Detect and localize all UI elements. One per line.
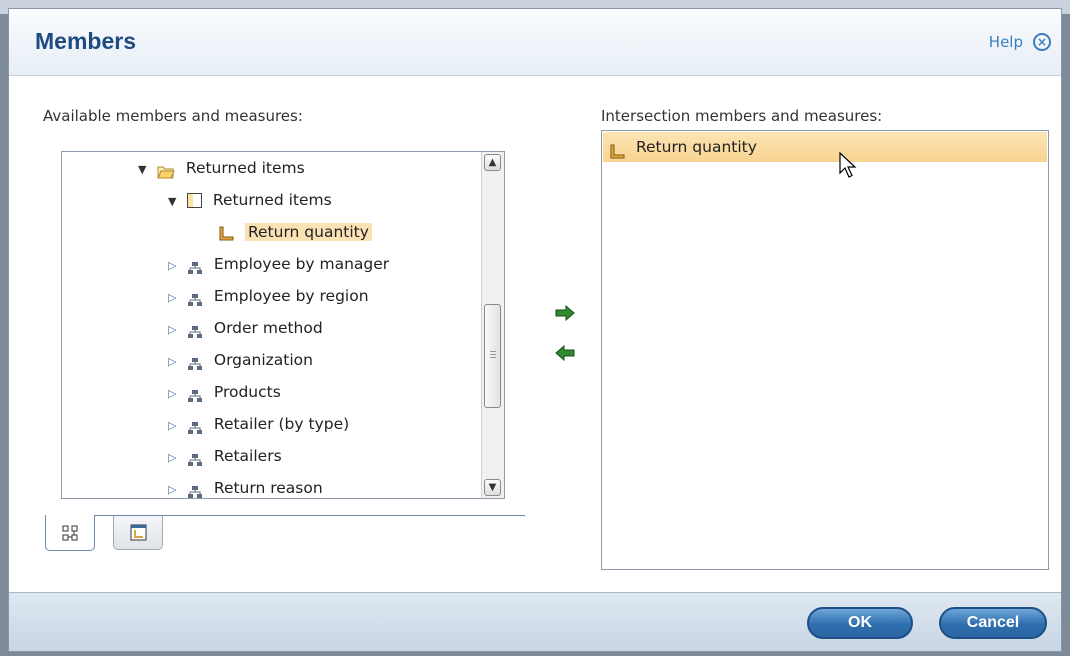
ok-button[interactable]: OK bbox=[807, 607, 913, 639]
members-dialog: Members Help × Available members and mea… bbox=[8, 8, 1062, 652]
tab-source-tree[interactable] bbox=[45, 515, 95, 551]
tree-node-label: Products bbox=[213, 383, 281, 401]
tree-node-returned-items-cube[interactable]: ▼ Returned items bbox=[168, 188, 332, 212]
tree-node-label: Returned items bbox=[212, 191, 332, 209]
tree-node-return-reason[interactable]: ▷ Return reason bbox=[168, 476, 323, 498]
hierarchy-icon bbox=[187, 418, 203, 434]
collapsed-triangle-icon[interactable]: ▷ bbox=[168, 286, 182, 310]
arrow-left-icon[interactable] bbox=[555, 344, 575, 362]
hierarchy-icon bbox=[187, 450, 203, 466]
folder-icon bbox=[157, 162, 175, 178]
dialog-footer: OK Cancel bbox=[9, 592, 1061, 651]
hierarchy-icon bbox=[187, 482, 203, 498]
cancel-button[interactable]: Cancel bbox=[939, 607, 1047, 639]
help-link[interactable]: Help bbox=[989, 33, 1023, 51]
tree-node-order-method[interactable]: ▷ Order method bbox=[168, 316, 323, 340]
tree-node-label: Organization bbox=[213, 351, 313, 369]
tree-node-label: Employee by region bbox=[213, 287, 369, 305]
intersection-members-label: Intersection members and measures: bbox=[601, 107, 883, 125]
expanded-triangle-icon[interactable]: ▼ bbox=[168, 190, 182, 214]
tree-node-employee-by-manager[interactable]: ▷ Employee by manager bbox=[168, 252, 389, 276]
collapsed-triangle-icon[interactable]: ▷ bbox=[168, 446, 182, 470]
dialog-header: Members Help × bbox=[9, 9, 1061, 76]
tab-package[interactable] bbox=[113, 516, 163, 550]
collapsed-triangle-icon[interactable]: ▷ bbox=[168, 382, 182, 406]
collapsed-triangle-icon[interactable]: ▷ bbox=[168, 350, 182, 374]
hierarchy-icon bbox=[187, 258, 203, 274]
expanded-triangle-icon[interactable]: ▼ bbox=[138, 158, 152, 182]
close-icon[interactable]: × bbox=[1033, 33, 1051, 51]
tree-node-label: Retailer (by type) bbox=[213, 415, 350, 433]
tree-node-label: Employee by manager bbox=[213, 255, 390, 273]
tree-scrollbar[interactable]: ▲ ▼ bbox=[481, 152, 504, 498]
available-members-tree[interactable]: ▼ Returned items ▼ Returned items Return… bbox=[61, 151, 505, 499]
list-item-label: Return quantity bbox=[635, 138, 757, 156]
scroll-up-icon[interactable]: ▲ bbox=[484, 154, 501, 171]
collapsed-triangle-icon[interactable]: ▷ bbox=[168, 414, 182, 438]
tree-node-employee-by-region[interactable]: ▷ Employee by region bbox=[168, 284, 369, 308]
tree-node-return-quantity[interactable]: Return quantity bbox=[218, 220, 372, 244]
intersection-members-list[interactable]: Return quantity bbox=[601, 130, 1049, 570]
scroll-thumb[interactable] bbox=[484, 304, 501, 408]
hierarchy-icon bbox=[187, 354, 203, 370]
hierarchy-icon bbox=[187, 322, 203, 338]
measure-icon bbox=[609, 140, 625, 158]
mouse-cursor-icon bbox=[839, 152, 857, 178]
dialog-title: Members bbox=[35, 28, 136, 54]
tree-node-retailers[interactable]: ▷ Retailers bbox=[168, 444, 282, 468]
tree-node-retailer-by-type[interactable]: ▷ Retailer (by type) bbox=[168, 412, 349, 436]
package-icon bbox=[130, 524, 147, 541]
collapsed-triangle-icon[interactable]: ▷ bbox=[168, 254, 182, 278]
hierarchy-icon bbox=[187, 290, 203, 306]
tree-node-products[interactable]: ▷ Products bbox=[168, 380, 281, 404]
tree-node-label: Retailers bbox=[213, 447, 282, 465]
list-item-return-quantity[interactable]: Return quantity bbox=[603, 132, 1047, 162]
collapsed-triangle-icon[interactable]: ▷ bbox=[168, 478, 182, 498]
tree-node-organization[interactable]: ▷ Organization bbox=[168, 348, 313, 372]
measure-icon bbox=[218, 225, 234, 241]
cube-icon bbox=[186, 193, 202, 208]
scroll-down-icon[interactable]: ▼ bbox=[484, 479, 501, 496]
collapsed-triangle-icon[interactable]: ▷ bbox=[168, 318, 182, 342]
source-tree-icon bbox=[62, 525, 78, 541]
tree-node-label: Order method bbox=[213, 319, 323, 337]
tree-node-label: Return reason bbox=[213, 479, 323, 497]
hierarchy-icon bbox=[187, 386, 203, 402]
tree-node-label: Return quantity bbox=[244, 223, 372, 241]
arrow-right-icon[interactable] bbox=[555, 304, 575, 322]
tree-node-returned-items-folder[interactable]: ▼ Returned items bbox=[138, 156, 305, 180]
available-members-label: Available members and measures: bbox=[43, 107, 303, 125]
tree-node-label: Returned items bbox=[185, 159, 305, 177]
